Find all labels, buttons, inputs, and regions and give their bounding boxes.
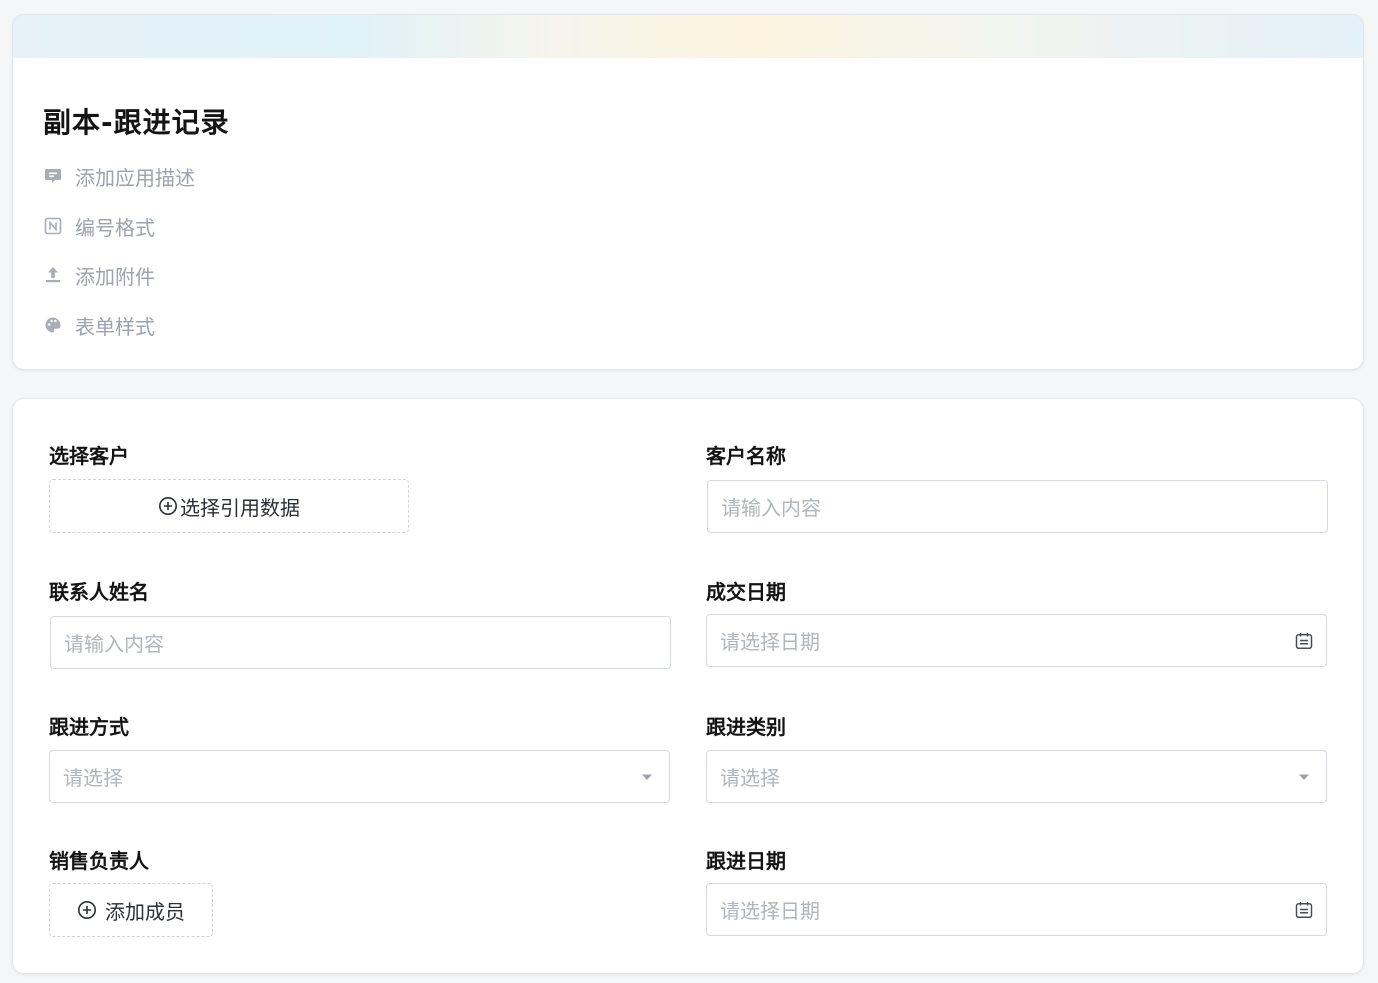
followup-date-label: 跟进日期	[706, 849, 786, 873]
form-style-label: 表单样式	[75, 314, 155, 339]
deal-date-label: 成交日期	[706, 580, 786, 604]
select-reference-data-label: 选择引用数据	[180, 495, 300, 520]
app-title[interactable]: 副本-跟进记录	[43, 101, 230, 141]
upload-icon	[43, 265, 63, 285]
contact-name-placeholder: 请输入内容	[64, 632, 164, 656]
dropdown-arrow-icon[interactable]	[625, 751, 669, 802]
followup-date-picker[interactable]: 请选择日期	[706, 883, 1327, 936]
add-member-button[interactable]: 添加成员	[49, 883, 213, 937]
dropdown-arrow-icon[interactable]	[1282, 751, 1326, 802]
form-card: 选择客户 选择引用数据 客户名称 请输入内容 联系人姓名 请输入内容 成交日期 …	[12, 398, 1364, 974]
number-format-label: 编号格式	[75, 215, 155, 240]
add-attachment-label: 添加附件	[75, 264, 155, 289]
select-customer-label: 选择客户	[49, 444, 129, 468]
calendar-icon[interactable]	[1282, 884, 1326, 935]
followup-method-select[interactable]: 请选择	[49, 750, 670, 803]
header-banner	[13, 15, 1363, 58]
number-format-icon	[43, 216, 63, 236]
plus-circle-icon	[78, 901, 96, 919]
add-description-label: 添加应用描述	[75, 165, 195, 190]
calendar-icon[interactable]	[1282, 615, 1326, 666]
select-reference-data-button[interactable]: 选择引用数据	[49, 479, 409, 533]
contact-name-input[interactable]: 请输入内容	[50, 616, 671, 669]
plus-circle-icon	[159, 497, 177, 515]
form-style-link[interactable]: 表单样式	[43, 312, 155, 339]
deal-date-picker[interactable]: 请选择日期	[706, 614, 1327, 667]
followup-date-placeholder: 请选择日期	[720, 899, 820, 923]
followup-category-placeholder: 请选择	[720, 766, 780, 790]
followup-method-label: 跟进方式	[49, 715, 129, 739]
sales-owner-label: 销售负责人	[49, 849, 149, 873]
customer-name-input[interactable]: 请输入内容	[707, 480, 1328, 533]
customer-name-label: 客户名称	[706, 444, 786, 468]
comment-icon	[43, 166, 63, 186]
followup-category-label: 跟进类别	[706, 715, 786, 739]
add-attachment-link[interactable]: 添加附件	[43, 262, 155, 289]
add-member-label: 添加成员	[105, 899, 185, 924]
followup-method-placeholder: 请选择	[63, 766, 123, 790]
add-description-link[interactable]: 添加应用描述	[43, 163, 195, 190]
number-format-link[interactable]: 编号格式	[43, 213, 155, 240]
followup-category-select[interactable]: 请选择	[706, 750, 1327, 803]
app-header-card: 副本-跟进记录 添加应用描述 编号格式 添加附件 表单样式	[12, 14, 1364, 370]
contact-name-label: 联系人姓名	[49, 580, 149, 604]
palette-icon	[43, 315, 63, 335]
deal-date-placeholder: 请选择日期	[720, 630, 820, 654]
customer-name-placeholder: 请输入内容	[721, 496, 821, 520]
